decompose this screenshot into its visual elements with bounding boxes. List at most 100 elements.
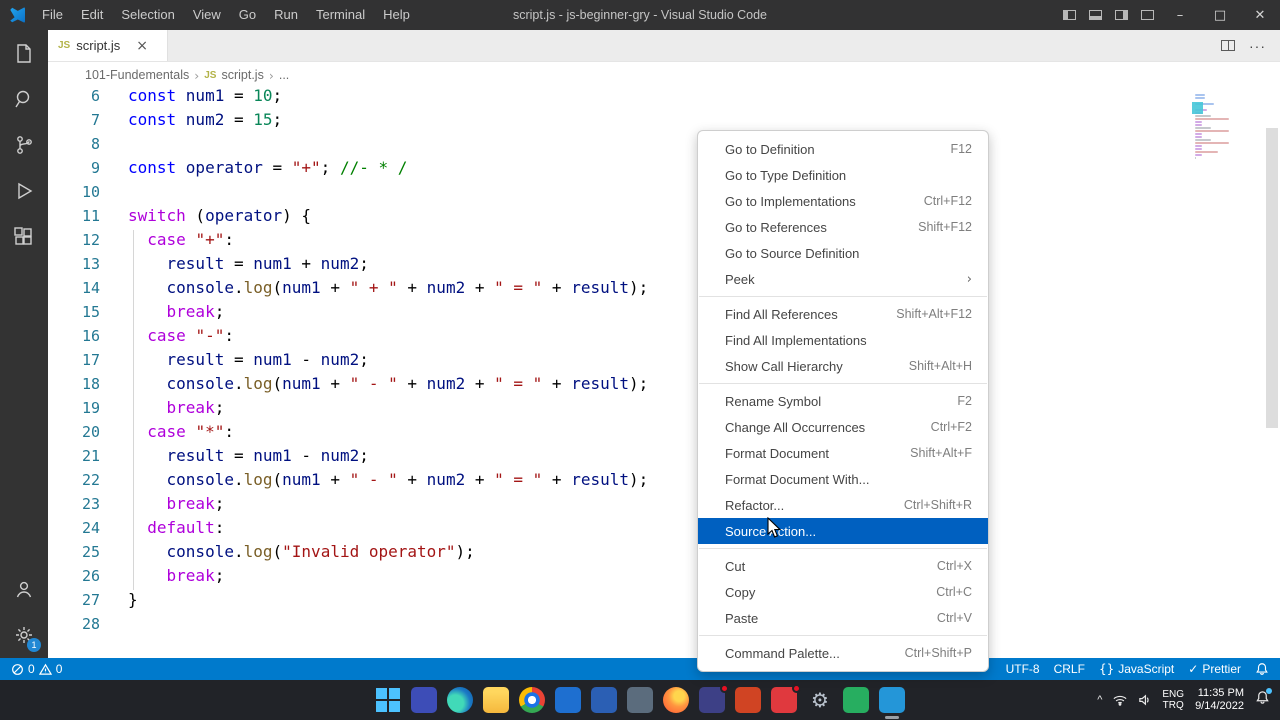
volume-icon[interactable] [1138,694,1151,706]
taskbar-icon-firefox[interactable] [663,687,689,713]
breadcrumb-folder[interactable]: 101-Fundementals [85,68,189,82]
code-line[interactable]: 15 break; [48,300,1280,324]
explorer-icon[interactable] [0,30,48,76]
code-line[interactable]: 26 break; [48,564,1280,588]
extensions-icon[interactable] [0,214,48,260]
formatter-indicator[interactable]: ✓ Prettier [1181,662,1248,676]
wifi-icon[interactable] [1113,694,1127,706]
context-menu-item-go-to-implementations[interactable]: Go to Implementations Ctrl+F12 [698,188,988,214]
taskbar-icon-settings[interactable]: ⚙ [807,687,833,713]
context-menu-item-cut[interactable]: Cut Ctrl+X [698,553,988,579]
clock[interactable]: 11:35 PM 9/14/2022 [1195,687,1244,713]
encoding-indicator[interactable]: UTF-8 [999,662,1047,676]
customize-layout-icon[interactable] [1134,0,1160,30]
taskbar-icon-file-explorer[interactable] [483,687,509,713]
taskbar-icon-discord[interactable] [699,684,729,713]
context-menu-item-find-all-implementations[interactable]: Find All Implementations [698,327,988,353]
taskbar-icon-outlook[interactable] [555,687,581,713]
eol-indicator[interactable]: CRLF [1047,662,1092,676]
code-line[interactable]: 21 result = num1 - num2; [48,444,1280,468]
taskbar-icon-app-red[interactable] [771,684,801,713]
notification-bell-icon[interactable] [1255,688,1272,710]
code-line[interactable]: 10 [48,180,1280,204]
menubar-item-selection[interactable]: Selection [112,0,183,30]
context-menu-item-find-all-references[interactable]: Find All References Shift+Alt+F12 [698,301,988,327]
taskbar-icon-chrome[interactable] [519,687,545,713]
taskbar-icon-teams[interactable] [411,687,437,713]
context-menu-item-source-action[interactable]: Source Action... [698,518,988,544]
minimize-button[interactable]: – [1160,0,1200,30]
context-menu-item-command-palette[interactable]: Command Palette... Ctrl+Shift+P [698,640,988,666]
more-actions-icon[interactable]: ··· [1249,38,1266,54]
code-line[interactable]: 6 const num1 = 10; [48,88,1280,108]
code-line[interactable]: 18 console.log(num1 + " - " + num2 + " =… [48,372,1280,396]
menubar-item-file[interactable]: File [33,0,72,30]
context-menu-item-format-document-with[interactable]: Format Document With... [698,466,988,492]
context-menu-item-go-to-source-definition[interactable]: Go to Source Definition [698,240,988,266]
context-menu-item-show-call-hierarchy[interactable]: Show Call Hierarchy Shift+Alt+H [698,353,988,379]
code-line[interactable]: 24 default: [48,516,1280,540]
account-icon[interactable] [0,566,48,612]
menubar-item-view[interactable]: View [184,0,230,30]
context-menu-item-refactor[interactable]: Refactor... Ctrl+Shift+R [698,492,988,518]
search-icon[interactable] [0,76,48,122]
tab-close-icon[interactable]: × [136,38,148,54]
toggle-sidebar-icon[interactable] [1056,0,1082,30]
taskbar-icon-steam[interactable] [627,687,653,713]
minimap[interactable] [1192,94,1231,163]
code-line[interactable]: 14 console.log(num1 + " + " + num2 + " =… [48,276,1280,300]
context-menu-item-copy[interactable]: Copy Ctrl+C [698,579,988,605]
close-button[interactable]: ✕ [1240,0,1280,30]
code-line[interactable]: 8 [48,132,1280,156]
source-control-icon[interactable] [0,122,48,168]
taskbar-icon-edge[interactable] [447,687,473,713]
code-line[interactable]: 20 case "*": [48,420,1280,444]
problems-indicator[interactable]: 0 0 [4,662,69,676]
notifications-bell-icon[interactable] [1248,662,1276,676]
settings-gear-icon[interactable]: 1 [0,612,48,658]
code-editor[interactable]: 6 const num1 = 10; 7 const num2 = 15; 8 9 cons… [48,88,1280,658]
language-mode[interactable]: {} JavaScript [1092,662,1181,676]
code-line[interactable]: 19 break; [48,396,1280,420]
context-menu-item-peek[interactable]: Peek › [698,266,988,292]
taskbar-icon-powerpoint[interactable] [735,687,761,713]
code-line[interactable]: 28 [48,612,1280,636]
code-line[interactable]: 16 case "-": [48,324,1280,348]
toggle-secondary-sidebar-icon[interactable] [1108,0,1134,30]
context-menu-item-go-to-definition[interactable]: Go to Definition F12 [698,136,988,162]
tab-script-js[interactable]: JS script.js × [48,30,168,61]
context-menu-item-go-to-type-definition[interactable]: Go to Type Definition [698,162,988,188]
chevron-up-icon[interactable]: ^ [1097,694,1102,706]
code-line[interactable]: 11 switch (operator) { [48,204,1280,228]
toggle-panel-icon[interactable] [1082,0,1108,30]
language-indicator[interactable]: ENG TRQ [1162,689,1184,711]
run-debug-icon[interactable] [0,168,48,214]
menubar-item-run[interactable]: Run [265,0,307,30]
code-line[interactable]: 17 result = num1 - num2; [48,348,1280,372]
code-line[interactable]: 27} [48,588,1280,612]
code-line[interactable]: 12 case "+": [48,228,1280,252]
context-menu-item-paste[interactable]: Paste Ctrl+V [698,605,988,631]
taskbar-icon-windows-start[interactable] [375,687,401,713]
code-line[interactable]: 22 console.log(num1 + " - " + num2 + " =… [48,468,1280,492]
taskbar-icon-vscode[interactable] [879,687,905,713]
breadcrumb-symbol[interactable]: ... [279,68,289,82]
taskbar-icon-word[interactable] [591,687,617,713]
taskbar-icon-whatsapp[interactable] [843,687,869,713]
editor-scrollbar[interactable] [1266,128,1278,428]
menubar-item-help[interactable]: Help [374,0,419,30]
context-menu-item-go-to-references[interactable]: Go to References Shift+F12 [698,214,988,240]
menubar-item-edit[interactable]: Edit [72,0,112,30]
split-editor-icon[interactable] [1221,40,1235,51]
maximize-button[interactable]: □ [1200,0,1240,30]
breadcrumb-file[interactable]: script.js [221,68,263,82]
menubar-item-terminal[interactable]: Terminal [307,0,374,30]
context-menu-item-rename-symbol[interactable]: Rename Symbol F2 [698,388,988,414]
context-menu-item-change-all-occurrences[interactable]: Change All Occurrences Ctrl+F2 [698,414,988,440]
code-line[interactable]: 13 result = num1 + num2; [48,252,1280,276]
code-line[interactable]: 23 break; [48,492,1280,516]
context-menu-item-format-document[interactable]: Format Document Shift+Alt+F [698,440,988,466]
code-line[interactable]: 25 console.log("Invalid operator"); [48,540,1280,564]
menubar-item-go[interactable]: Go [230,0,265,30]
code-line[interactable]: 9 const operator = "+"; //- * / [48,156,1280,180]
